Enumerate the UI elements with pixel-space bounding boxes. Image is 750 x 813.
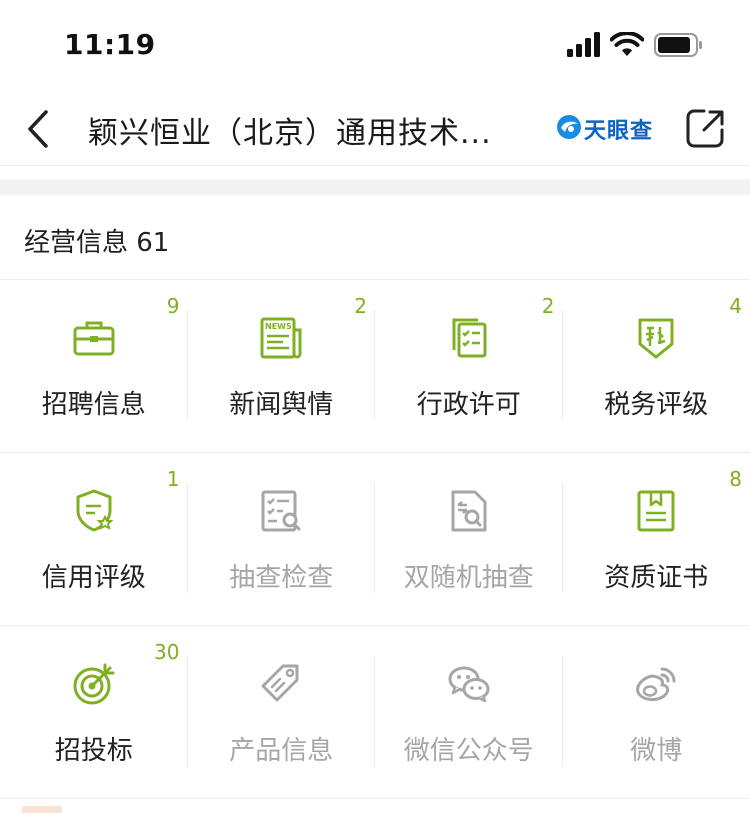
item-label: 资质证书 (604, 563, 709, 593)
status-bar: 11:19 (0, 0, 750, 90)
item-label: 抽查检查 (229, 563, 334, 593)
grid-row: 9 招聘信息 2 NEWS 新闻舆情 2 行政许可 4 税务评级 (0, 280, 750, 453)
random-inspection-icon (451, 490, 487, 532)
share-button[interactable] (684, 106, 726, 150)
certificate-icon (637, 490, 675, 532)
brand-logo-icon (557, 115, 581, 139)
item-count: 9 (166, 294, 180, 318)
business-info-grid: 9 招聘信息 2 NEWS 新闻舆情 2 行政许可 4 税务评级 1 信用评级 … (0, 280, 750, 799)
status-icons (566, 32, 716, 62)
grid-item-wechat-account[interactable]: 微信公众号 (375, 626, 563, 799)
back-button[interactable] (18, 104, 58, 154)
share-icon (686, 109, 724, 148)
grid-row: 30 招投标 产品信息 微信公众号 微博 (0, 626, 750, 799)
wechat-icon (448, 666, 490, 703)
grid-item-weibo[interactable]: 微博 (563, 626, 750, 799)
item-count: 8 (729, 467, 742, 491)
item-count: 1 (166, 467, 180, 491)
news-icon: NEWS (260, 317, 302, 359)
item-count: 4 (729, 294, 742, 318)
item-count: 2 (354, 294, 367, 318)
credit-shield-icon (76, 489, 114, 532)
item-label: 产品信息 (229, 736, 334, 766)
grid-item-credit-rating[interactable]: 1 信用评级 (0, 453, 188, 626)
grid-item-spot-check[interactable]: 抽查检查 (188, 453, 375, 626)
license-icon (452, 318, 487, 358)
section-title: 经营信息 61 (24, 228, 170, 258)
item-count: 2 (541, 294, 555, 318)
weibo-icon (636, 667, 676, 701)
item-label: 微博 (630, 736, 683, 766)
svg-text:NEWS: NEWS (265, 322, 292, 331)
item-label: 微信公众号 (403, 736, 534, 766)
item-label: 招聘信息 (41, 390, 146, 420)
grid-item-product-info[interactable]: 产品信息 (188, 626, 375, 799)
item-label: 双随机抽查 (403, 563, 534, 593)
grid-item-tax-rating[interactable]: 4 税务评级 (563, 280, 750, 453)
grid-item-qualification-certificate[interactable]: 8 资质证书 (563, 453, 750, 626)
grid-item-random-check[interactable]: 双随机抽查 (375, 453, 563, 626)
status-time: 11:19 (64, 28, 156, 61)
grid-item-news[interactable]: 2 NEWS 新闻舆情 (188, 280, 375, 453)
brand-logo: 天眼查 (556, 112, 666, 144)
cellular-signal-icon (567, 32, 600, 57)
nav-bar: 颖兴恒业（北京）通用技术... 天眼查 (0, 90, 750, 166)
item-count: 30 (154, 640, 180, 664)
brand-name: 天眼查 (584, 119, 654, 144)
item-label: 新闻舆情 (229, 390, 334, 420)
item-label: 招投标 (54, 736, 133, 766)
page-title: 颖兴恒业（北京）通用技术... (88, 116, 492, 151)
grid-item-bidding[interactable]: 30 招投标 (0, 626, 188, 799)
next-section-peek (22, 806, 62, 813)
section-divider (0, 179, 750, 195)
grid-item-recruitment[interactable]: 9 招聘信息 (0, 280, 188, 453)
grid-item-admin-license[interactable]: 2 行政许可 (375, 280, 563, 453)
chevron-left-icon (28, 110, 48, 148)
wifi-icon (610, 32, 644, 56)
tag-icon (261, 664, 299, 702)
item-label: 信用评级 (41, 563, 146, 593)
grid-row: 1 信用评级 抽查检查 双随机抽查 8 资质证书 (0, 453, 750, 626)
tax-shield-icon (638, 318, 674, 359)
item-label: 行政许可 (416, 390, 521, 420)
section-header: 经营信息 61 (0, 195, 750, 280)
battery-icon (654, 33, 702, 57)
target-icon (73, 663, 115, 705)
inspection-icon (261, 490, 301, 532)
item-label: 税务评级 (604, 390, 709, 420)
briefcase-icon (73, 321, 115, 356)
